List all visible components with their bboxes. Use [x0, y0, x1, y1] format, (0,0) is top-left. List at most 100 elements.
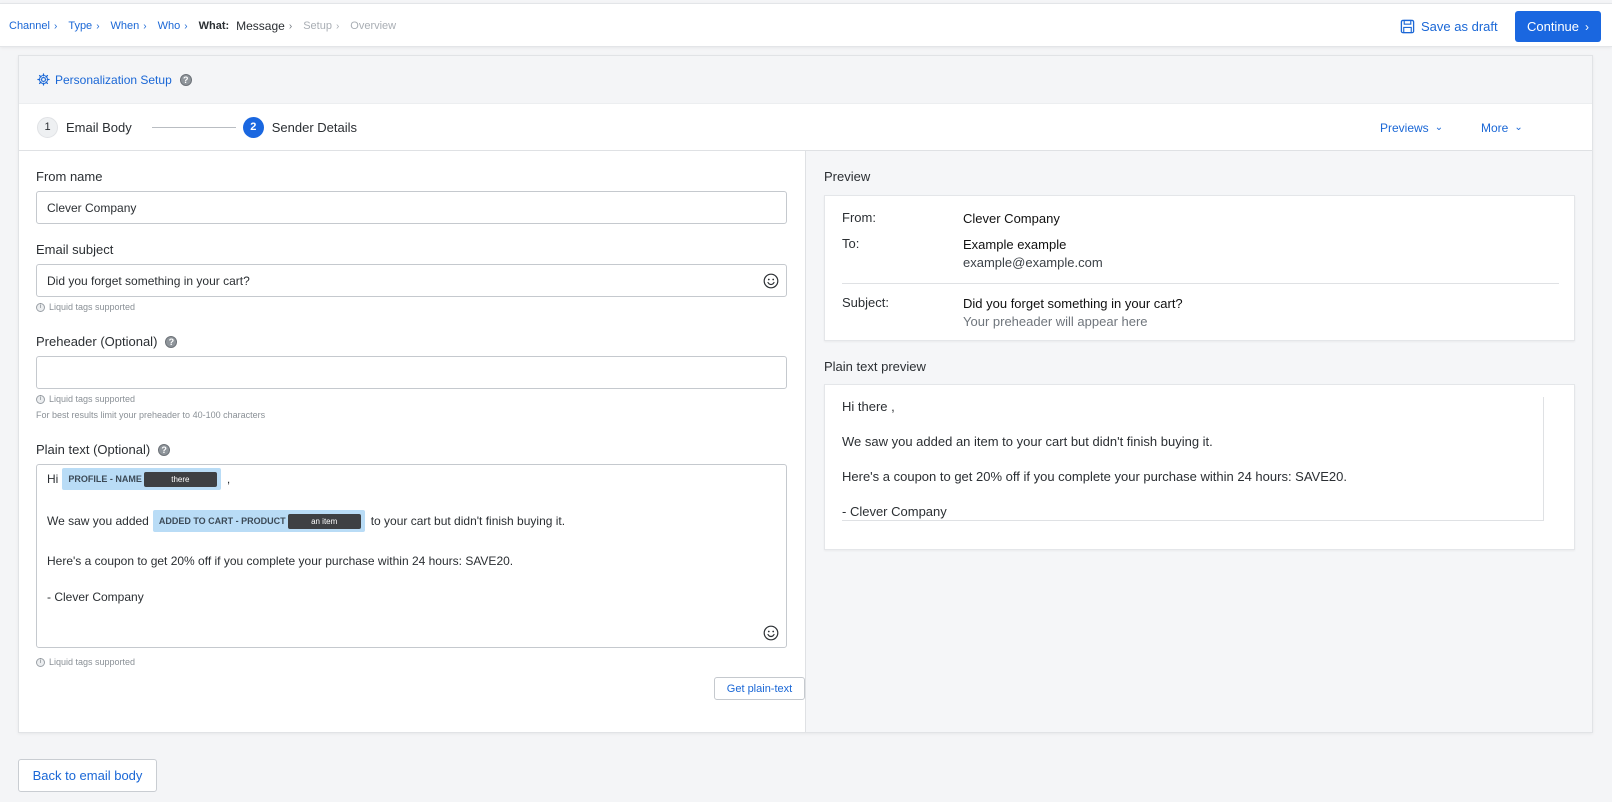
info-icon: i: [36, 394, 45, 404]
plain-text-label: Plain text (Optional) ?: [36, 442, 171, 457]
crumb-channel[interactable]: Channel ›: [9, 20, 57, 32]
plain-text-preview-box: Hi there , We saw you added an item to y…: [824, 384, 1575, 550]
plain-preview-line-1: Hi there ,: [842, 399, 895, 414]
preheader-liquid-hint: i Liquid tags supported: [36, 394, 135, 404]
step-2-number[interactable]: 2: [242, 116, 264, 138]
chevron-right-icon: ›: [96, 20, 100, 32]
chevron-right-icon: ›: [288, 20, 293, 32]
breadcrumb: Channel › Type › When › Who › What: Message ›…: [9, 4, 407, 48]
added-to-cart-product-tag[interactable]: ADDED TO CART - PRODUCT an item: [152, 510, 365, 532]
crumb-setup: Setup ›: [303, 20, 339, 32]
plain-text-liquid-hint: i Liquid tags supported: [36, 657, 135, 667]
plain-text-preview-title: Plain text preview: [824, 359, 926, 374]
crumb-message[interactable]: Message ›: [236, 19, 292, 33]
plain-text-line-4: - Clever Company: [47, 590, 144, 604]
from-name-label: From name: [36, 169, 103, 184]
info-icon: i: [36, 302, 45, 312]
continue-button[interactable]: Continue ›: [1515, 11, 1601, 42]
preheader-liquid-hint-text: Liquid tags supported: [49, 394, 136, 404]
preview-to-row: To: Example example example@example.com: [842, 236, 1103, 272]
preview-subject-text: Did you forget something in your cart?: [963, 296, 1183, 311]
chevron-down-icon: ⌄: [1514, 122, 1523, 133]
crumb-when-label: When: [110, 20, 140, 32]
info-icon: i: [36, 657, 45, 667]
added-to-cart-default-value: an item: [287, 513, 361, 529]
plain-text-label-text: Plain text (Optional): [36, 442, 151, 457]
preview-subject-row: Subject: Did you forget something in you…: [842, 295, 1183, 331]
get-plain-text-button[interactable]: Get plain-text: [714, 677, 805, 700]
from-name-field[interactable]: Clever Company: [36, 191, 787, 224]
crumb-setup-label: Setup: [303, 20, 332, 32]
plain-text-editor[interactable]: Hi PROFILE - NAME there , We saw you add…: [36, 464, 787, 648]
plain-text-hi: Hi: [47, 472, 59, 486]
preheader-length-hint: For best results limit your preheader to…: [36, 410, 266, 420]
continue-label: Continue: [1526, 19, 1580, 34]
crumb-who-label: Who: [157, 20, 181, 32]
preview-title: Preview: [824, 169, 871, 184]
save-as-draft-button[interactable]: Save as draft: [1400, 4, 1498, 48]
plain-text-comma: ,: [226, 472, 231, 486]
preview-to-name: Example example: [963, 237, 1067, 252]
profile-name-tag-label: PROFILE - NAME: [68, 474, 142, 484]
crumb-overview: Overview: [350, 20, 396, 32]
message-editor-card: Personalization Setup ? 1 Email Body 2 S…: [18, 55, 1593, 733]
step-connector: [151, 126, 236, 128]
help-icon[interactable]: ?: [179, 73, 192, 86]
preview-panel: Preview From: Clever Company To: Example…: [806, 151, 1592, 732]
preview-to-key: To:: [842, 236, 860, 251]
personalization-setup-link[interactable]: Personalization Setup: [37, 73, 172, 87]
email-subject-label: Email subject: [36, 242, 114, 257]
plain-text-liquid-hint-text: Liquid tags supported: [49, 657, 136, 667]
chevron-right-icon: ›: [143, 20, 147, 32]
chevron-right-icon: ›: [335, 20, 340, 32]
personalization-bar: Personalization Setup ?: [19, 56, 1592, 104]
sender-details-form: From name Clever Company Email subject D…: [19, 151, 806, 732]
crumb-message-label: Message: [236, 19, 285, 33]
crumb-what-label: What:: [198, 20, 230, 32]
preheader-label-text: Preheader (Optional): [36, 334, 158, 349]
emoji-icon[interactable]: [763, 625, 779, 641]
profile-name-default-value: there: [143, 471, 217, 487]
step-1-number[interactable]: 1: [37, 116, 58, 138]
preview-to-value: Example example example@example.com: [963, 236, 1103, 272]
plain-preview-line-3: Here's a coupon to get 20% off if you co…: [842, 469, 1347, 484]
step-2-label[interactable]: Sender Details: [272, 120, 357, 135]
emoji-icon[interactable]: [763, 273, 779, 289]
plain-text-line2-end: to your cart but didn't finish buying it…: [370, 514, 566, 528]
save-as-draft-label: Save as draft: [1421, 18, 1498, 34]
back-to-email-body-button[interactable]: Back to email body: [18, 759, 157, 792]
more-dropdown[interactable]: More ⌄: [1481, 104, 1523, 151]
crumb-when[interactable]: When ›: [111, 20, 147, 32]
plain-text-line2-start: We saw you added: [47, 514, 149, 528]
profile-name-tag[interactable]: PROFILE - NAME there: [62, 468, 221, 490]
chevron-right-icon: ›: [53, 20, 58, 32]
preheader-field[interactable]: [36, 356, 787, 389]
personalization-setup-label: Personalization Setup: [55, 72, 172, 87]
gear-icon: [37, 73, 50, 86]
preview-subject-value: Did you forget something in your cart? Y…: [963, 295, 1183, 331]
preview-from-row: From: Clever Company: [842, 210, 1060, 228]
step-1-label[interactable]: Email Body: [66, 120, 132, 135]
more-label: More: [1481, 120, 1509, 135]
previews-dropdown[interactable]: Previews ⌄: [1380, 104, 1443, 151]
plain-text-preview-content[interactable]: Hi there , We saw you added an item to y…: [842, 397, 1544, 521]
preheader-label: Preheader (Optional) ?: [36, 334, 178, 349]
subject-liquid-hint-text: Liquid tags supported: [49, 302, 136, 312]
crumb-type-label: Type: [68, 20, 93, 32]
plain-text-line-1: Hi PROFILE - NAME there ,: [47, 468, 230, 490]
email-subject-value: Did you forget something in your cart?: [47, 273, 250, 288]
chevron-down-icon: ⌄: [1434, 122, 1444, 133]
crumb-overview-label: Overview: [350, 20, 397, 32]
help-icon[interactable]: ?: [165, 335, 178, 348]
crumb-type[interactable]: Type ›: [68, 20, 99, 32]
chevron-right-icon: ›: [184, 20, 188, 32]
step-indicator: 1 Email Body 2 Sender Details Previews ⌄ …: [19, 104, 1592, 151]
top-bar: Channel › Type › When › Who › What: Message ›…: [0, 3, 1612, 47]
added-to-cart-tag-label: ADDED TO CART - PRODUCT: [158, 516, 286, 526]
email-header-preview: From: Clever Company To: Example example…: [824, 195, 1575, 341]
previews-label: Previews: [1380, 120, 1429, 135]
crumb-who[interactable]: Who ›: [158, 20, 188, 32]
email-subject-field[interactable]: Did you forget something in your cart?: [36, 264, 787, 297]
help-icon[interactable]: ?: [158, 443, 171, 456]
floppy-disk-icon: [1400, 19, 1415, 33]
